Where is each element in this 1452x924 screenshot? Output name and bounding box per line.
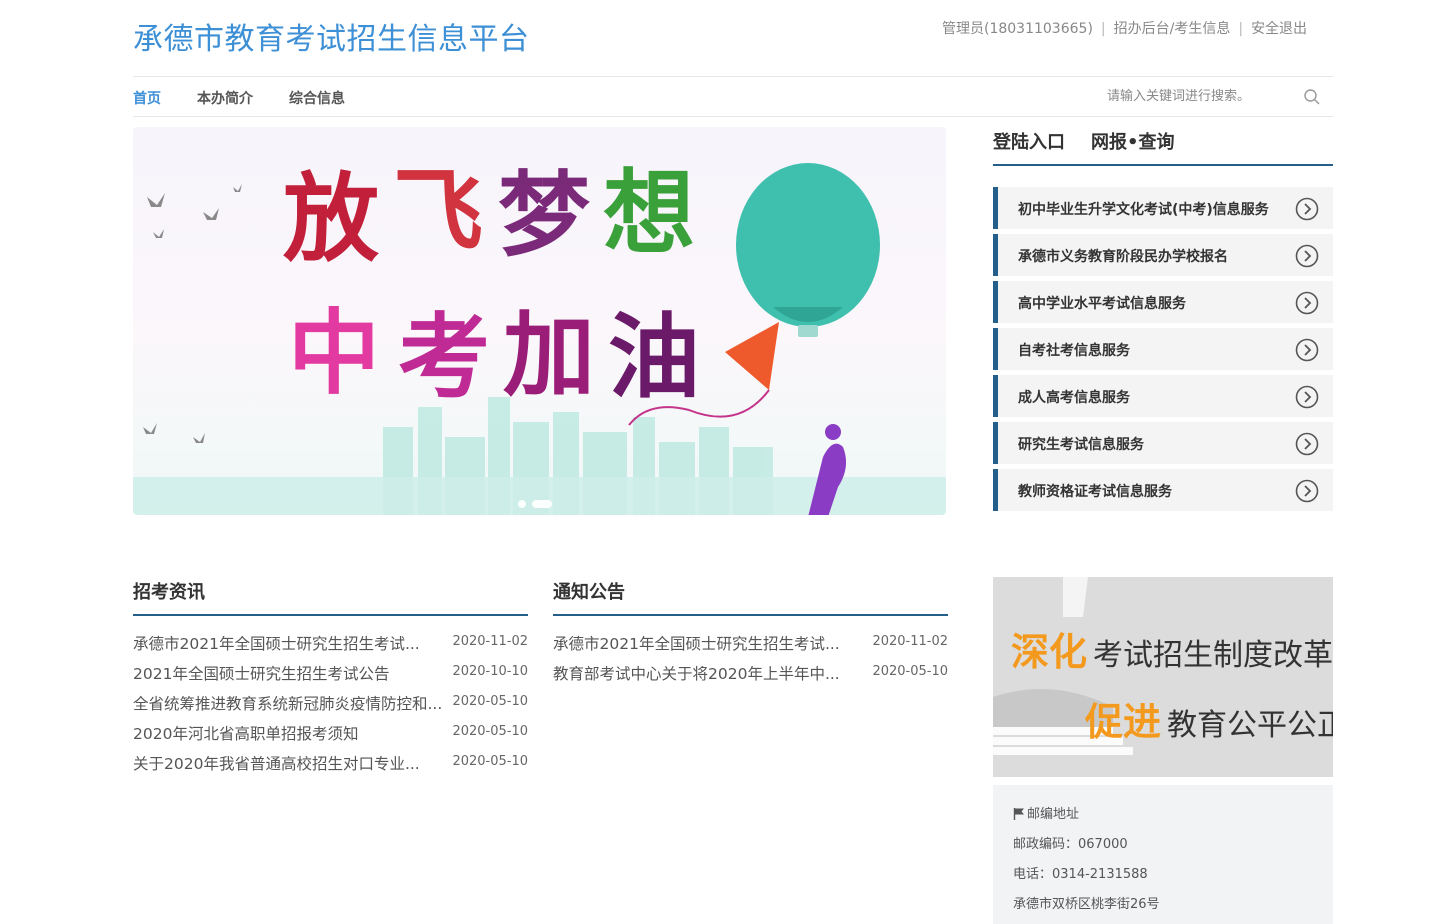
main-nav: 首页 本办简介 综合信息 xyxy=(133,88,381,108)
service-item[interactable]: 教师资格证考试信息服务 xyxy=(993,469,1333,511)
carousel-indicators xyxy=(518,493,558,512)
news-item-title: 承德市2021年全国硕士研究生招生考试... xyxy=(133,635,420,653)
nav-divider xyxy=(133,116,1333,117)
svg-text:加: 加 xyxy=(503,301,595,409)
logout-link[interactable]: 安全退出 xyxy=(1251,21,1307,37)
notice-item-title: 承德市2021年全国硕士研究生招生考试... xyxy=(553,635,840,653)
promo-artwork xyxy=(993,577,1333,777)
flag-icon xyxy=(1013,808,1024,820)
service-label: 自考社考信息服务 xyxy=(1018,343,1130,359)
notice-item[interactable]: 教育部考试中心关于将2020年上半年中... 2020-05-10 xyxy=(553,662,948,686)
chevron-right-icon xyxy=(1295,338,1319,362)
promo-line-1: 深化 考试招生制度改革 xyxy=(1011,621,1333,676)
notices-section-title[interactable]: 通知公告 xyxy=(553,578,625,604)
chevron-right-icon xyxy=(1295,197,1319,221)
news-item[interactable]: 全省统筹推进教育系统新冠肺炎疫情防控和... 2020-05-10 xyxy=(133,692,528,716)
contact-heading-label: 邮编地址 xyxy=(1027,807,1080,822)
svg-text:放: 放 xyxy=(283,162,379,275)
svg-text:梦: 梦 xyxy=(498,161,590,269)
news-section-title[interactable]: 招考资讯 xyxy=(133,578,205,604)
service-label: 成人高考信息服务 xyxy=(1018,390,1130,406)
contact-heading: 邮编地址 xyxy=(1013,803,1079,822)
svg-text:飞: 飞 xyxy=(393,158,483,264)
chevron-right-icon xyxy=(1295,244,1319,268)
notice-item-title: 教育部考试中心关于将2020年上半年中... xyxy=(553,665,840,683)
nav-item-about[interactable]: 本办简介 xyxy=(197,91,253,107)
site-title[interactable]: 承德市教育考试招生信息平台 xyxy=(133,14,530,58)
svg-text:考: 考 xyxy=(398,303,490,411)
notices-section-divider xyxy=(553,614,948,616)
promo-line-2: 促进 教育公平公正 xyxy=(1085,691,1333,746)
service-label: 研究生考试信息服务 xyxy=(1018,437,1144,453)
chevron-right-icon xyxy=(1295,479,1319,503)
svg-text:中: 中 xyxy=(288,299,380,407)
notice-item[interactable]: 承德市2021年全国硕士研究生招生考试... 2020-11-02 xyxy=(553,632,948,656)
news-item-title: 2021年全国硕士研究生招生考试公告 xyxy=(133,665,390,683)
news-item-title: 全省统筹推进教育系统新冠肺炎疫情防控和... xyxy=(133,695,443,713)
search-icon[interactable] xyxy=(1303,88,1321,106)
contact-phone: 电话：0314-2131588 xyxy=(1013,867,1148,882)
chevron-right-icon xyxy=(1295,385,1319,409)
contact-box: 邮编地址 邮政编码：067000 电话：0314-2131588 承德市双桥区桃… xyxy=(993,785,1333,924)
promo-text-1: 考试招生制度改革 xyxy=(1093,638,1333,673)
nav-item-home[interactable]: 首页 xyxy=(133,91,161,107)
news-item[interactable]: 关于2020年我省普通高校招生对口专业... 2020-05-10 xyxy=(133,752,528,776)
news-item-title: 2020年河北省高职单招报考须知 xyxy=(133,725,359,743)
news-item-date: 2020-05-10 xyxy=(452,754,528,769)
top-links: 管理员(18031103665) | 招办后台/考生信息 | 安全退出 xyxy=(942,18,1307,38)
tab-online-registration[interactable]: 网报•查询 xyxy=(1091,128,1175,154)
separator: | xyxy=(1100,21,1106,37)
entry-tabs: 登陆入口 网报•查询 xyxy=(993,128,1333,166)
user-account-link[interactable]: 管理员(18031103665) xyxy=(942,21,1093,37)
news-item[interactable]: 2020年河北省高职单招报考须知 2020-05-10 xyxy=(133,722,528,746)
service-label: 教师资格证考试信息服务 xyxy=(1018,484,1172,500)
service-item[interactable]: 初中毕业生升学文化考试(中考)信息服务 xyxy=(993,187,1333,229)
notice-item-date: 2020-11-02 xyxy=(872,634,948,649)
service-item[interactable]: 承德市义务教育阶段民办学校报名 xyxy=(993,234,1333,276)
contact-postcode: 邮政编码：067000 xyxy=(1013,837,1128,852)
service-item[interactable]: 研究生考试信息服务 xyxy=(993,422,1333,464)
news-section-divider xyxy=(133,614,528,616)
promo-banner[interactable]: 深化 考试招生制度改革 促进 教育公平公正 xyxy=(993,577,1333,777)
news-item-title: 关于2020年我省普通高校招生对口专业... xyxy=(133,755,420,773)
service-label: 承德市义务教育阶段民办学校报名 xyxy=(1018,249,1228,265)
service-item[interactable]: 高中学业水平考试信息服务 xyxy=(993,281,1333,323)
carousel-dot-active[interactable] xyxy=(532,500,552,508)
chevron-right-icon xyxy=(1295,291,1319,315)
notice-item-date: 2020-05-10 xyxy=(872,664,948,679)
promo-text-2: 教育公平公正 xyxy=(1167,708,1333,743)
svg-text:想: 想 xyxy=(603,159,695,267)
chevron-right-icon xyxy=(1295,432,1319,456)
separator: | xyxy=(1238,21,1244,37)
service-label: 初中毕业生升学文化考试(中考)信息服务 xyxy=(1018,202,1269,218)
svg-text:油: 油 xyxy=(608,303,700,411)
banner-carousel[interactable]: 放 飞 梦 想 中 考 加 油 xyxy=(133,127,946,515)
news-item[interactable]: 承德市2021年全国硕士研究生招生考试... 2020-11-02 xyxy=(133,632,528,656)
promo-highlight-2: 促进 xyxy=(1085,699,1162,744)
news-item-date: 2020-05-10 xyxy=(452,694,528,709)
nav-item-general-info[interactable]: 综合信息 xyxy=(289,91,345,107)
search-input[interactable] xyxy=(1100,84,1297,108)
service-label: 高中学业水平考试信息服务 xyxy=(1018,296,1186,312)
banner-artwork: 放 飞 梦 想 中 考 加 油 xyxy=(133,158,946,515)
service-item[interactable]: 自考社考信息服务 xyxy=(993,328,1333,370)
carousel-dot[interactable] xyxy=(518,500,526,508)
news-item[interactable]: 2021年全国硕士研究生招生考试公告 2020-10-10 xyxy=(133,662,528,686)
news-item-date: 2020-11-02 xyxy=(452,634,528,649)
contact-address: 承德市双桥区桃李街26号 xyxy=(1013,897,1160,912)
search-box xyxy=(1100,84,1333,110)
header-divider xyxy=(133,76,1333,77)
news-item-date: 2020-05-10 xyxy=(452,724,528,739)
news-item-date: 2020-10-10 xyxy=(452,664,528,679)
tab-login-entry[interactable]: 登陆入口 xyxy=(993,128,1065,154)
promo-highlight-1: 深化 xyxy=(1011,629,1088,674)
backend-link[interactable]: 招办后台/考生信息 xyxy=(1114,21,1231,37)
service-item[interactable]: 成人高考信息服务 xyxy=(993,375,1333,417)
